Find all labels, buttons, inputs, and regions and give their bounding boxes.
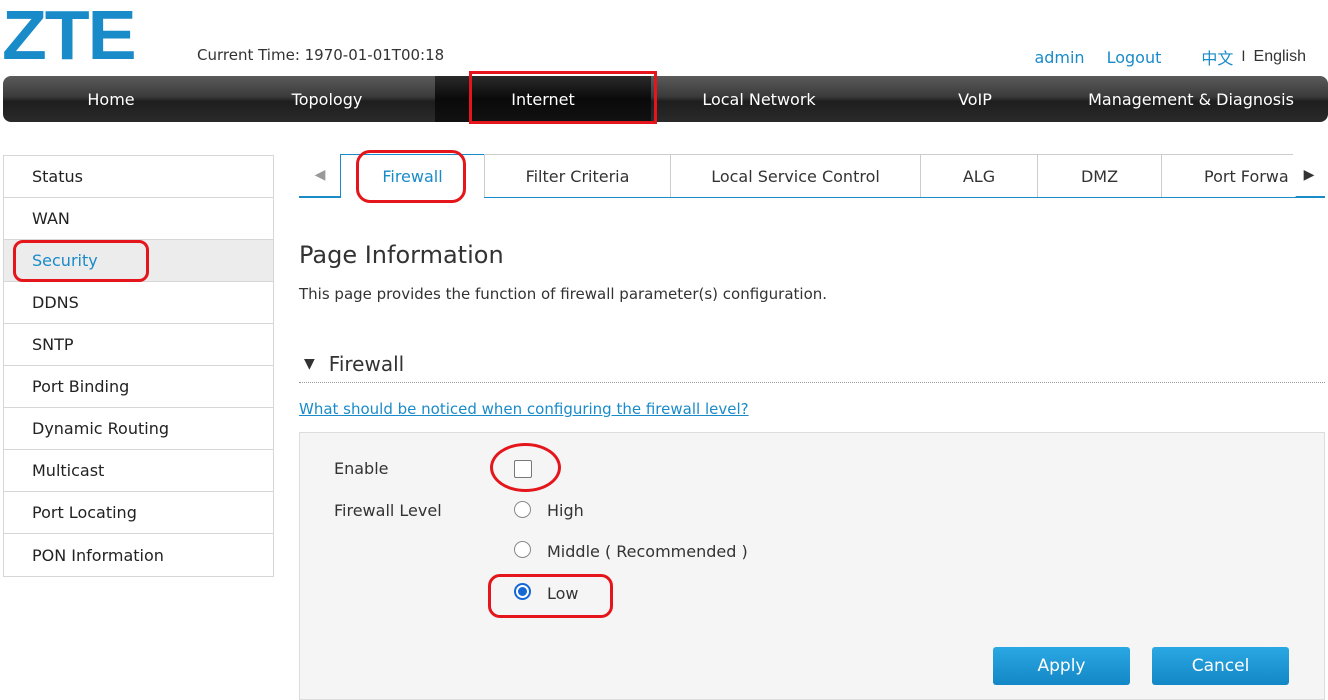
sidebar-item-multicast[interactable]: Multicast — [4, 450, 273, 492]
annotation-security-highlight — [13, 240, 149, 282]
sidebar-item-sntp[interactable]: SNTP — [4, 324, 273, 366]
tab-dmz[interactable]: DMZ — [1037, 154, 1162, 197]
nav-topology[interactable]: Topology — [219, 76, 435, 122]
page-description: This page provides the function of firew… — [299, 285, 828, 303]
logout-link[interactable]: Logout — [1107, 48, 1162, 67]
level-high-label: High — [547, 501, 584, 520]
admin-link[interactable]: admin — [1034, 48, 1084, 67]
current-time: Current Time: 1970-01-01T00:18 — [197, 46, 445, 64]
tabs-prev-icon[interactable]: ◀ — [299, 154, 341, 196]
main-navigation: Home Topology Internet Local Network VoI… — [3, 76, 1328, 122]
sidebar-item-status[interactable]: Status — [4, 156, 273, 198]
section-title: Firewall — [328, 351, 405, 376]
tab-alg[interactable]: ALG — [920, 154, 1038, 197]
collapse-triangle-icon[interactable]: ▼ — [304, 356, 315, 372]
nav-management-diagnosis[interactable]: Management & Diagnosis — [1083, 76, 1299, 122]
sidebar-item-port-binding[interactable]: Port Binding — [4, 366, 273, 408]
level-middle-label: Middle ( Recommended ) — [547, 542, 748, 561]
tab-port-forwarding[interactable]: Port Forwa — [1161, 154, 1296, 197]
language-chinese-link[interactable]: 中文 — [1201, 45, 1233, 69]
annotation-low-highlight — [488, 574, 613, 618]
tabs-next-icon[interactable]: ▶ — [1293, 154, 1325, 196]
sidebar-item-ddns[interactable]: DDNS — [4, 282, 273, 324]
sidebar-item-wan[interactable]: WAN — [4, 198, 273, 240]
language-separator: I — [1241, 49, 1246, 65]
tab-filter-criteria[interactable]: Filter Criteria — [484, 154, 671, 197]
apply-button[interactable]: Apply — [993, 647, 1130, 685]
sidebar-item-dynamic-routing[interactable]: Dynamic Routing — [4, 408, 273, 450]
annotation-enable-highlight — [490, 443, 561, 492]
nav-local-network[interactable]: Local Network — [651, 76, 867, 122]
sidebar-menu: Status WAN Security DDNS SNTP Port Bindi… — [3, 155, 274, 577]
sidebar-item-port-locating[interactable]: Port Locating — [4, 492, 273, 534]
firewall-help-link[interactable]: What should be noticed when configuring … — [299, 400, 749, 418]
firewall-level-label: Firewall Level — [334, 501, 442, 520]
cancel-button[interactable]: Cancel — [1152, 647, 1289, 685]
nav-voip[interactable]: VoIP — [867, 76, 1083, 122]
page-title: Page Information — [299, 241, 504, 269]
annotation-firewall-tab-highlight — [356, 150, 466, 203]
enable-label: Enable — [334, 459, 389, 478]
level-middle-radio[interactable] — [514, 541, 531, 558]
annotation-internet-highlight — [469, 71, 657, 124]
tab-local-service-control[interactable]: Local Service Control — [670, 154, 921, 197]
level-high-radio[interactable] — [514, 501, 531, 518]
language-english-link[interactable]: English — [1254, 48, 1306, 66]
firewall-section-header[interactable]: ▼ Firewall — [299, 345, 1325, 383]
header-links: admin Logout 中文 I English — [1034, 45, 1306, 69]
sidebar-item-pon-information[interactable]: PON Information — [4, 534, 273, 576]
nav-home[interactable]: Home — [3, 76, 219, 122]
zte-logo: ZTE — [2, 0, 137, 74]
